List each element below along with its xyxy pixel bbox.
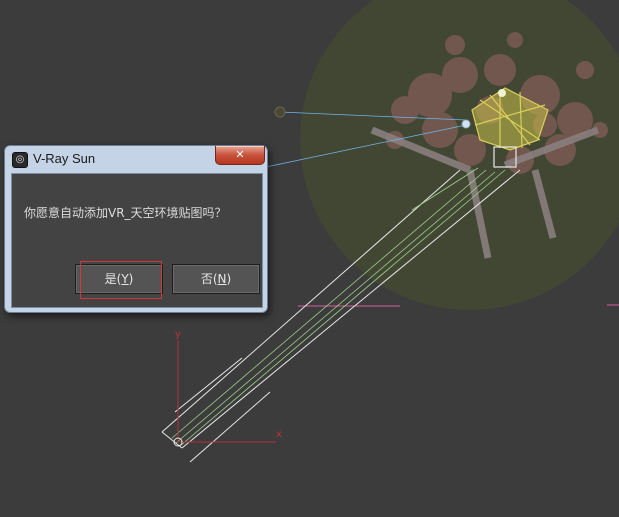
no-prefix: 否( (200, 272, 218, 286)
close-icon: ✕ (235, 148, 245, 161)
axis-x-label: x (276, 429, 282, 440)
axis-y-label: y (175, 329, 181, 340)
yes-button[interactable]: 是(Y) (75, 264, 163, 294)
vray-logo-icon: ◎ (12, 152, 28, 168)
dialog-message: 你愿意自动添加VR_天空环境贴图吗？ (24, 206, 227, 220)
yes-suffix: ) (128, 272, 134, 286)
dialog-title: V-Ray Sun (33, 151, 96, 166)
close-button[interactable]: ✕ (215, 146, 265, 165)
sun-target-marker (498, 89, 506, 97)
dialog-titlebar[interactable]: ◎ V-Ray Sun ✕ (5, 146, 267, 172)
dialog-content: 你愿意自动添加VR_天空环境贴图吗？ 是(Y) 否(N) (11, 173, 263, 308)
sun-node[interactable] (461, 119, 471, 129)
no-suffix: ) (226, 272, 232, 286)
yes-key: Y (121, 272, 129, 286)
yes-prefix: 是( (104, 272, 122, 286)
vray-sun-dialog: ◎ V-Ray Sun ✕ 你愿意自动添加VR_天空环境贴图吗？ 是(Y) 否(… (4, 145, 268, 313)
no-button[interactable]: 否(N) (172, 264, 260, 294)
light-source-node[interactable] (274, 106, 286, 118)
